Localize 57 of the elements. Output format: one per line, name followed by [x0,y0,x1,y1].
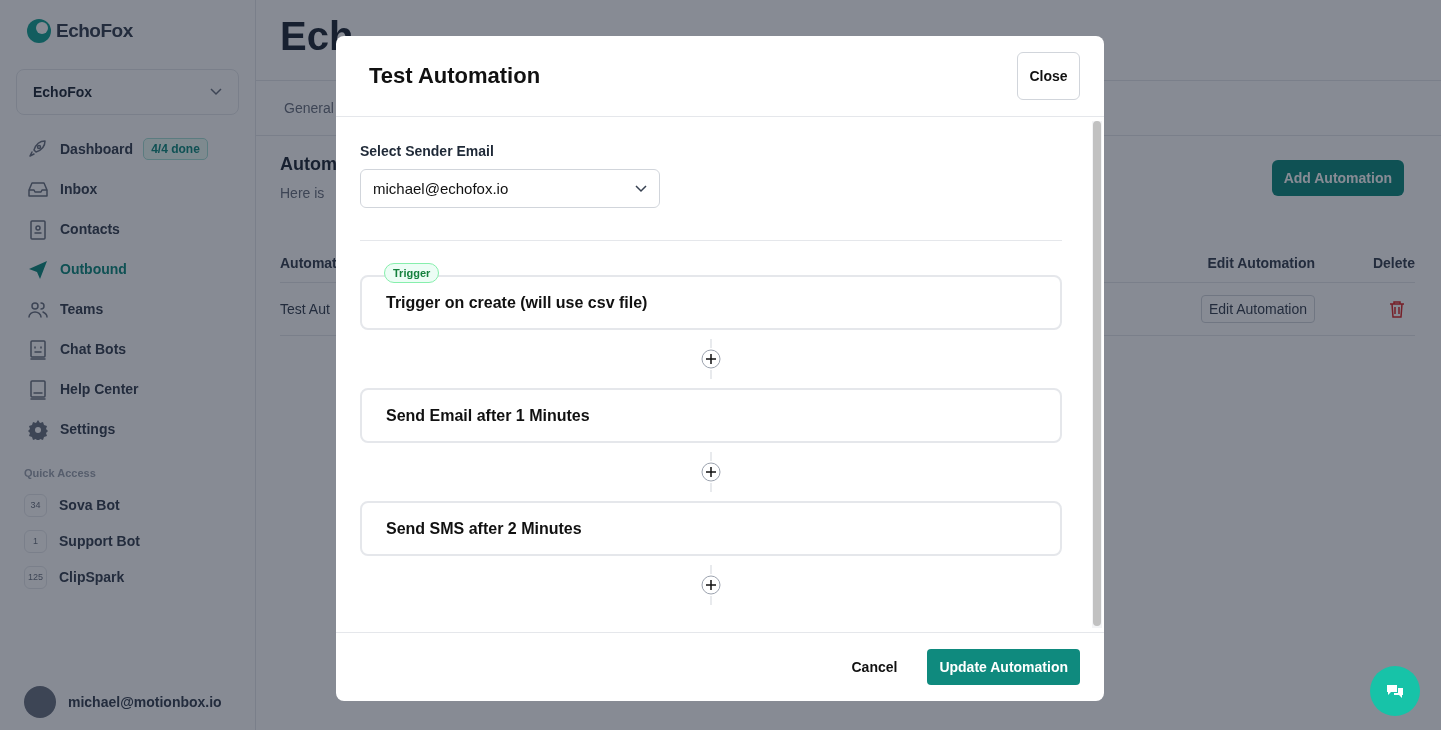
delete-icon[interactable] [1389,300,1405,318]
settings-icon [26,418,48,440]
cancel-button[interactable]: Cancel [845,658,904,676]
nav-item[interactable]: Inbox [16,169,239,209]
chat-button[interactable] [1370,666,1420,716]
chevron-down-icon [210,88,222,96]
dialog-title: Test Automation [369,63,541,89]
nav-label: Outbound [60,261,127,277]
progress-badge: 4/4 done [143,138,208,160]
column-header: Automat [280,254,337,271]
nav-label: Help Center [60,381,139,397]
add-step-icon[interactable] [701,339,721,379]
sender-email-dropdown[interactable]: michael@echofox.io [360,169,660,208]
trigger-badge: Trigger [384,263,440,283]
add-step-icon[interactable] [701,452,721,492]
scrollbar[interactable] [1092,121,1102,628]
avatar [24,686,56,718]
column-header: Edit Automation [1207,254,1315,271]
quick-access-link[interactable]: Sova Bot [59,497,120,513]
chevron-down-icon [635,184,647,193]
logo-icon [26,18,52,44]
update-automation-button[interactable]: Update Automation [927,649,1080,685]
tab[interactable]: General [284,100,334,116]
add-automation-button[interactable]: Add Automation [1271,160,1404,196]
nav-item[interactable]: Chat Bots [16,329,239,369]
edit-automation-button[interactable]: Edit Automation [1200,295,1315,323]
column-header: Delete [1372,254,1415,271]
nav-item[interactable]: Teams [16,289,239,329]
nav-item[interactable]: Contacts [16,209,239,249]
nav-item[interactable]: Dashboard 4/4 done [16,129,239,169]
nav-label: Chat Bots [60,341,127,357]
nav-item[interactable]: Settings [16,409,239,449]
chat-bubbles-icon [1386,683,1404,699]
field-label: Select Sender Email [360,143,495,159]
close-button[interactable]: Close [1017,52,1080,100]
nav-label: Contacts [60,221,120,237]
count-badge: 1 [24,529,47,553]
count-badge: 34 [24,493,47,517]
quick-access-link[interactable]: Support Bot [59,533,140,549]
rocket-icon [26,138,48,160]
nav-label: Settings [60,421,116,437]
logo-text: EchoFox [56,20,133,42]
table-cell: Test Aut [280,301,330,317]
add-step-icon[interactable] [701,565,721,605]
nav-label: Teams [60,301,104,317]
automation-step-card[interactable]: Send SMS after 2 Minutes [360,501,1062,556]
nav-label: Dashboard [60,141,134,157]
section-title: Autom [280,154,337,175]
quick-access-link[interactable]: ClipSpark [59,569,125,585]
nav-label: Inbox [60,181,98,197]
section-subtitle: Here is [280,185,326,201]
automation-step-card[interactable]: Send Email after 1 Minutes [360,388,1062,443]
user-email: michael@motionbox.io [68,694,222,710]
nav-item[interactable]: Outbound [16,249,239,289]
workspace-dropdown[interactable]: EchoFox [16,69,239,115]
count-badge: 125 [24,565,47,589]
nav-item[interactable]: Help Center [16,369,239,409]
